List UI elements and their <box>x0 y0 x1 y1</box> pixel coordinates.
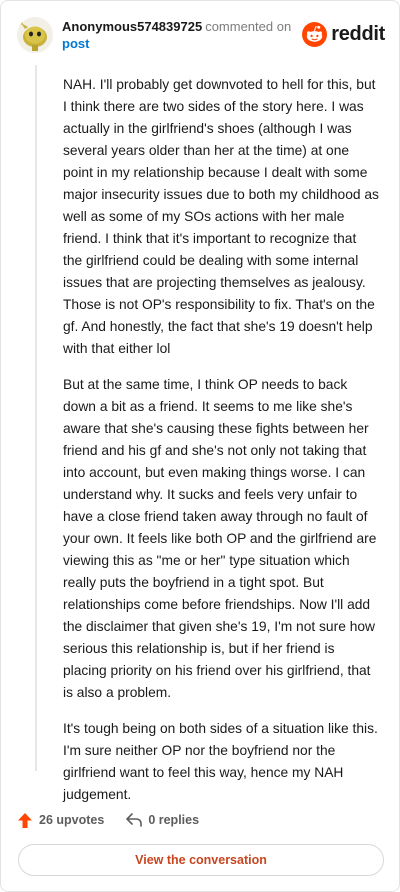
view-conversation-button[interactable]: View the conversation <box>18 844 384 876</box>
action-text: commented on <box>205 19 292 34</box>
comment-paragraph: But at the same time, I think OP needs t… <box>63 377 377 700</box>
comment-body: NAH. I'll probably get downvoted to hell… <box>63 74 379 820</box>
upvote-button[interactable]: 26 upvotes <box>17 812 104 829</box>
comment-meta: Anonymous574839725 commented on post <box>62 18 291 52</box>
avatar[interactable] <box>17 17 53 53</box>
comment-footer: 26 upvotes 0 replies <box>17 809 221 831</box>
reddit-logo-icon <box>302 21 328 47</box>
reply-count: 0 replies <box>148 813 200 827</box>
comment-header: Anonymous574839725 commented on post redd… <box>17 15 385 55</box>
username[interactable]: Anonymous574839725 <box>62 19 202 34</box>
comment-paragraph: NAH. I'll probably get downvoted to hell… <box>63 77 379 356</box>
upvote-icon <box>18 812 32 828</box>
post-link[interactable]: post <box>62 35 291 52</box>
reply-icon <box>126 813 143 827</box>
upvote-count: 26 upvotes <box>39 813 105 827</box>
comment-card: Anonymous574839725 commented on post redd… <box>0 0 400 892</box>
comment-paragraph: It's tough being on both sides of a situ… <box>63 721 378 802</box>
brand-wordmark: reddit <box>331 22 385 45</box>
reddit-brand[interactable]: reddit <box>302 21 385 47</box>
avatar-icon <box>17 17 53 53</box>
thread-line[interactable] <box>35 65 37 771</box>
reply-button[interactable]: 0 replies <box>126 813 199 827</box>
